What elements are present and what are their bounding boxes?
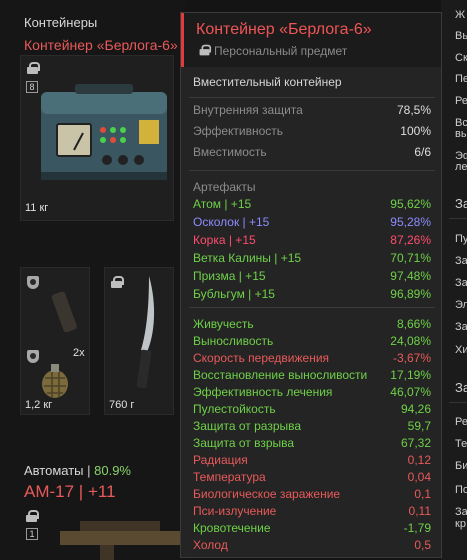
grenade-count: 2x	[73, 347, 85, 359]
artifact-row: Корка | +15 87,26%	[193, 233, 431, 247]
side-item: Те	[455, 438, 467, 450]
artifact-row: Бубльгум | +15 96,89%	[193, 287, 431, 301]
lock-icon	[27, 62, 40, 74]
grenade-weight: 1,2 кг	[25, 399, 53, 411]
effect-row: Восстановление выносливости 17,19%	[193, 368, 431, 382]
side-item: Эл	[455, 299, 467, 311]
shield-icon	[27, 276, 39, 289]
inventory-panel: Контейнеры Контейнер «Берлога-6» 8 11 кг…	[0, 0, 185, 560]
tooltip-subtitle: Персональный предмет	[214, 44, 348, 58]
stat-row: Внутренняя защита 78,5%	[193, 103, 431, 117]
effect-row: Кровотечение -1,79	[193, 521, 431, 535]
effect-row: Эффективность лечения 46,07%	[193, 385, 431, 399]
artifact-row: Осколок | +15 95,28%	[193, 215, 431, 229]
effect-row: Защита от разрыва 59,7	[193, 419, 431, 433]
effect-row: Холод 0,5	[193, 538, 431, 552]
effect-row: Защита от взрыва 67,32	[193, 436, 431, 450]
effect-row: Биологическое заражение 0,1	[193, 487, 431, 501]
lock-icon	[111, 276, 124, 288]
lock-icon	[199, 44, 212, 56]
side-item: Вь	[455, 30, 467, 42]
item-tooltip: Контейнер «Берлога-6» Персональный предм…	[180, 12, 442, 558]
side-item: вы	[455, 128, 467, 140]
knife-slot[interactable]: 760 г	[104, 267, 174, 415]
artifact-row: Ветка Калины | +15 70,71%	[193, 251, 431, 265]
container-name[interactable]: Контейнер «Берлога-6»	[24, 37, 178, 53]
artifacts-title: Артефакты	[193, 180, 256, 194]
grenade-slot[interactable]: 2x 1,2 кг	[20, 267, 90, 415]
side-item: Би	[455, 460, 467, 472]
effect-row: Пулестойкость 94,26	[193, 402, 431, 416]
artifact-row: Призма | +15 97,48%	[193, 269, 431, 283]
side-item: За	[455, 321, 467, 333]
knife-image	[136, 276, 155, 389]
side-section: За	[455, 380, 467, 395]
containers-title: Контейнеры	[24, 15, 98, 30]
side-item: Ж	[455, 9, 466, 21]
lock-icon	[26, 510, 39, 522]
device-image	[51, 291, 77, 333]
artifact-row: Атом | +15 95,62%	[193, 197, 431, 211]
side-section: За	[455, 196, 467, 211]
effect-row: Пси-излучение 0,11	[193, 504, 431, 518]
knife-weight: 760 г	[109, 399, 135, 411]
effect-row: Живучесть 8,66%	[193, 317, 431, 331]
effect-row: Скорость передвижения -3,67%	[193, 351, 431, 365]
effect-row: Выносливость 24,08%	[193, 334, 431, 348]
tooltip-header: Контейнер «Берлога-6» Персональный предм…	[181, 13, 441, 67]
side-item: За	[455, 506, 467, 518]
tooltip-title: Контейнер «Берлога-6»	[196, 21, 372, 38]
stat-row: Эффективность 100%	[193, 124, 431, 138]
side-item: Пе	[455, 73, 467, 85]
effect-row: Радиация 0,12	[193, 453, 431, 467]
side-item: Ре	[455, 95, 467, 107]
rifle-image	[60, 521, 185, 560]
container-slot[interactable]: 8 11 кг	[20, 55, 174, 221]
stats-side-panel: Ж Вь Ск Пе Ре Вс вы Эф ле За Пу За За Эл…	[441, 0, 467, 560]
side-item: Ре	[455, 416, 467, 428]
container-weight: 11 кг	[25, 202, 49, 214]
side-item: ле	[455, 161, 467, 173]
side-item: По	[455, 484, 467, 496]
container-image	[41, 84, 167, 180]
effect-row: Температура 0,04	[193, 470, 431, 484]
weapon-name[interactable]: АМ-17 | +11	[24, 482, 116, 502]
weapons-title: Автоматы | 80.9%	[24, 463, 131, 478]
grenade-image	[42, 364, 68, 398]
side-item: За	[455, 255, 467, 267]
stat-row: Вместимость 6/6	[193, 145, 431, 159]
side-item: Ск	[455, 52, 467, 64]
side-item: Пу	[455, 233, 467, 245]
side-item: За	[455, 277, 467, 289]
side-item: Хи	[455, 344, 467, 356]
side-item: кр	[455, 518, 466, 530]
tooltip-description: Вместительный контейнер	[193, 75, 342, 89]
weapon-count-badge: 1	[26, 528, 38, 540]
